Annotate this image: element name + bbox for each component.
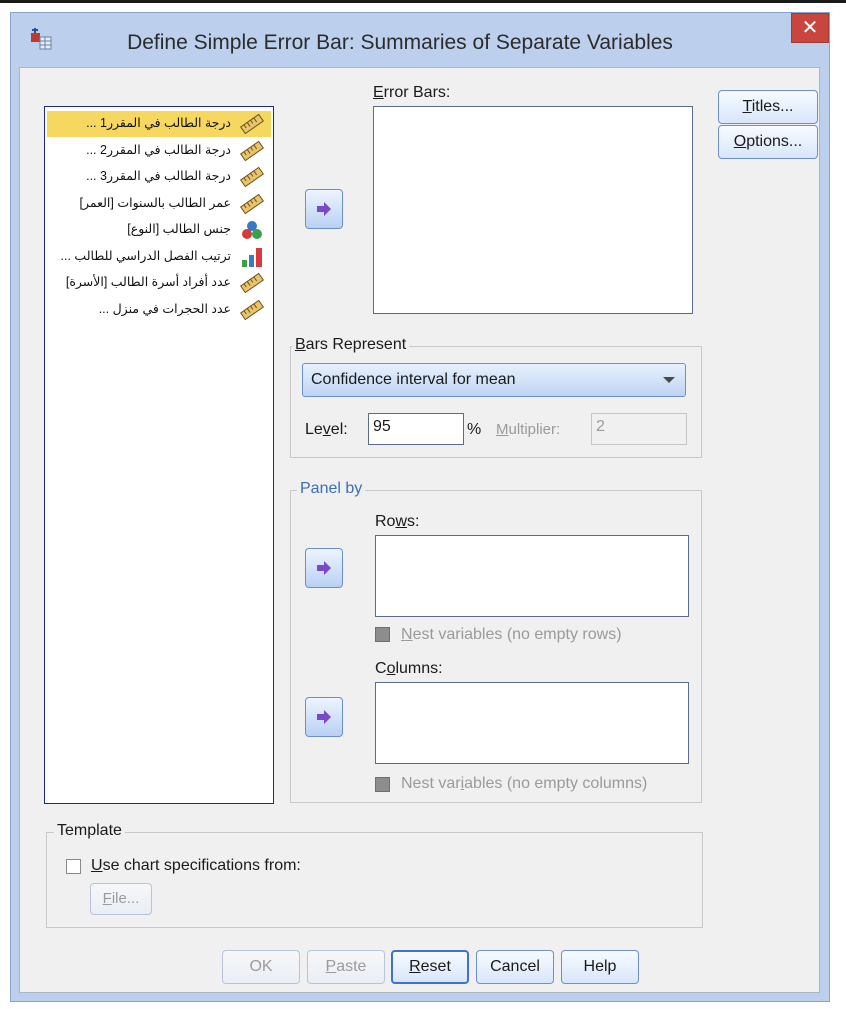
variable-list-item[interactable]: عدد أفراد أسرة الطالب [الأسرة] [47, 270, 271, 296]
nest-columns-checkbox[interactable] [375, 777, 390, 792]
multiplier-input[interactable]: 2 [591, 413, 687, 445]
ordinal-bars-icon [239, 246, 265, 268]
variable-label: ترتيب الفصل الدراسي للطالب ... [60, 248, 231, 263]
variable-list-item[interactable]: ترتيب الفصل الدراسي للطالب ... [47, 244, 271, 270]
scale-ruler-icon [239, 299, 265, 321]
right-arrow-icon [317, 202, 331, 216]
move-to-columns-button[interactable] [305, 697, 343, 737]
rows-label: Rows: [375, 513, 420, 530]
move-to-rows-button[interactable] [305, 548, 343, 588]
help-button[interactable]: Help [561, 950, 639, 984]
titles-button[interactable]: Titles... [718, 90, 818, 124]
variable-list-item[interactable]: جنس الطالب [النوع] [47, 217, 271, 243]
columns-list[interactable] [375, 682, 689, 764]
chevron-down-icon [663, 377, 675, 383]
rows-list[interactable] [375, 535, 689, 617]
variable-label: جنس الطالب [النوع] [127, 222, 231, 236]
options-button[interactable]: Options... [718, 125, 818, 159]
percent-label: % [467, 421, 482, 438]
template-title: Template [54, 822, 125, 840]
nominal-circles-icon [239, 219, 265, 241]
variable-label: عدد أفراد أسرة الطالب [الأسرة] [65, 275, 231, 289]
window-title: Define Simple Error Bar: Summaries of Se… [127, 31, 673, 54]
nest-columns-label: Nest variables (no empty columns) [401, 775, 648, 792]
variable-list-item[interactable]: عدد الحجرات في منزل ... [47, 297, 271, 323]
dropdown-selected-value: Confidence interval for mean [311, 371, 516, 388]
file-button[interactable]: File... [90, 883, 152, 915]
use-chart-spec-checkbox[interactable] [66, 859, 81, 874]
paste-button[interactable]: Paste [307, 950, 385, 984]
cancel-button[interactable]: Cancel [476, 950, 554, 984]
reset-button[interactable]: Reset [391, 950, 469, 984]
top-border [0, 0, 846, 3]
bars-represent-title: Bars Represent [292, 336, 410, 354]
scale-ruler-icon [239, 140, 265, 162]
scale-ruler-icon [239, 193, 265, 215]
columns-label: Columns: [375, 660, 443, 677]
variable-label: درجة الطالب في المقرر2 ... [86, 142, 231, 157]
ok-button[interactable]: OK [222, 950, 300, 984]
error-bars-list[interactable] [373, 106, 693, 314]
variable-list-item[interactable]: درجة الطالب في المقرر1 ... [47, 111, 271, 137]
scale-ruler-icon [239, 272, 265, 294]
nest-rows-label: Nest variables (no empty rows) [401, 626, 622, 643]
close-icon: ✕ [801, 17, 819, 39]
panel-by-title: Panel by [297, 480, 366, 498]
variable-label: درجة الطالب في المقرر1 ... [86, 116, 231, 130]
bars-represent-dropdown[interactable]: Confidence interval for mean [302, 363, 686, 397]
title-bar[interactable]: Define Simple Error Bar: Summaries of Se… [11, 13, 829, 67]
variable-label: عمر الطالب بالسنوات [العمر] [79, 195, 231, 210]
variable-list-item[interactable]: درجة الطالب في المقرر2 ... [47, 138, 271, 164]
right-arrow-icon [317, 561, 331, 575]
spss-app-icon [31, 28, 52, 50]
variable-list-item[interactable]: عمر الطالب بالسنوات [العمر] [47, 191, 271, 217]
error-bars-label: Error Bars: [373, 84, 451, 101]
variable-label: درجة الطالب في المقرر3 ... [86, 169, 231, 183]
source-variable-list[interactable]: درجة الطالب في المقرر1 ... درجة الطالب في… [44, 106, 274, 804]
nest-rows-checkbox[interactable] [375, 627, 390, 642]
level-label: Level: [305, 421, 348, 438]
scale-ruler-icon [239, 166, 265, 188]
level-input[interactable]: 95 [368, 413, 464, 445]
multiplier-label: Multiplier: [496, 421, 561, 438]
right-arrow-icon [317, 710, 331, 724]
close-button[interactable]: ✕ [791, 13, 829, 43]
variable-list-item[interactable]: درجة الطالب في المقرر3 ... [47, 164, 271, 190]
use-chart-spec-label: Use chart specifications from: [91, 857, 301, 874]
variable-label: عدد الحجرات في منزل ... [98, 301, 231, 316]
scale-ruler-icon [239, 113, 265, 135]
move-to-error-bars-button[interactable] [305, 189, 343, 229]
